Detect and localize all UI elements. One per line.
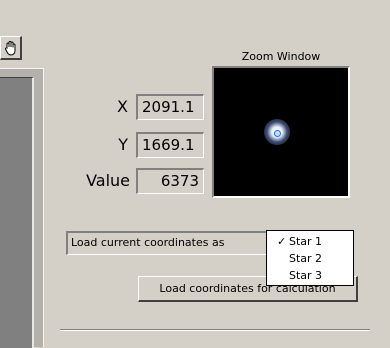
zoom-window: [212, 66, 350, 198]
star-dropdown-menu: ✓ Star 1 Star 2 Star 3: [266, 230, 354, 286]
menu-item-star-1[interactable]: ✓ Star 1: [267, 234, 353, 250]
divider: [60, 329, 370, 331]
y-label: Y: [118, 135, 128, 154]
hand-tool-button[interactable]: [0, 36, 22, 60]
value-label: Value: [86, 171, 130, 190]
zoom-window-title: Zoom Window: [241, 50, 321, 63]
menu-item-star-2[interactable]: Star 2: [267, 251, 353, 267]
menu-item-label: Star 2: [289, 252, 323, 265]
checkmark-icon: ✓: [277, 235, 287, 248]
x-coordinate-value: 2091.1: [136, 94, 204, 120]
menu-item-star-3[interactable]: Star 3: [267, 268, 353, 284]
pixel-value: 6373: [136, 168, 204, 194]
star-marker: [274, 130, 281, 137]
hand-pan-icon: [5, 41, 16, 56]
menu-item-label: Star 3: [289, 269, 323, 282]
menu-item-label: Star 1: [289, 235, 323, 248]
left-panel-display: [0, 77, 34, 348]
load-coordinates-as-selector[interactable]: Load current coordinates as: [66, 231, 272, 255]
x-label: X: [117, 97, 128, 116]
y-coordinate-value: 1669.1: [136, 132, 204, 158]
left-panel-frame: [0, 68, 44, 348]
